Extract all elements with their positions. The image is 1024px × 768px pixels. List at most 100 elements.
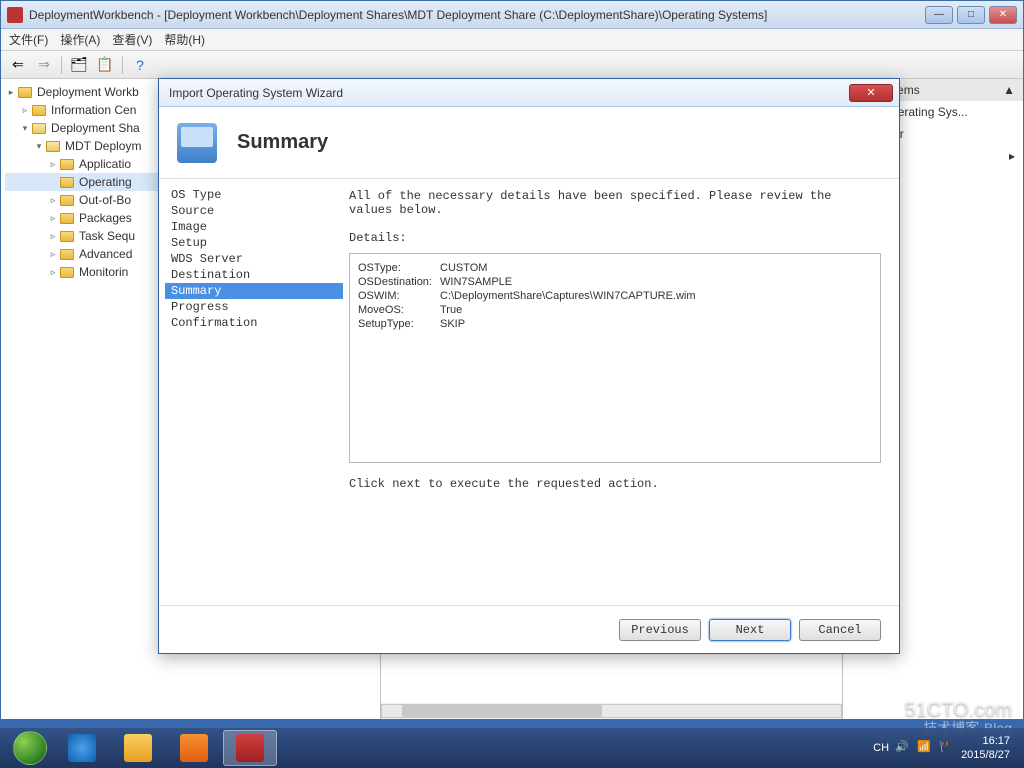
window-title: DeploymentWorkbench - [Deployment Workbe…: [29, 8, 925, 22]
menu-action[interactable]: 操作(A): [60, 31, 100, 48]
collapse-icon[interactable]: ▾: [33, 141, 45, 152]
detail-moveos: MoveOS:True: [358, 304, 872, 316]
tree-label: Operating: [79, 175, 132, 189]
menubar: 文件(F) 操作(A) 查看(V) 帮助(H): [1, 29, 1023, 51]
minimize-button[interactable]: —: [925, 6, 953, 24]
tree-label: Applicatio: [79, 157, 131, 171]
wizard-close-button[interactable]: ✕: [849, 84, 893, 102]
time: 16:17: [961, 734, 1010, 748]
explorer-icon: [124, 734, 152, 762]
ime-indicator[interactable]: CH: [873, 742, 889, 754]
separator: [122, 56, 123, 74]
menu-file[interactable]: 文件(F): [9, 31, 48, 48]
step-ostype[interactable]: OS Type: [165, 187, 343, 203]
scroll-thumb[interactable]: [402, 705, 602, 717]
details-label: Details:: [349, 231, 881, 245]
task-media[interactable]: [167, 730, 221, 766]
computer-icon: [177, 123, 217, 163]
folder-icon: [60, 231, 74, 242]
detail-setuptype: SetupType:SKIP: [358, 318, 872, 330]
folder-icon: [60, 159, 74, 170]
step-source[interactable]: Source: [165, 203, 343, 219]
deployment-icon: [236, 734, 264, 762]
folder-icon: [18, 87, 32, 98]
menu-help[interactable]: 帮助(H): [164, 31, 205, 48]
taskbar: CH 🔊 📶 🏴 16:17 2015/8/27: [0, 728, 1024, 768]
previous-button[interactable]: Previous: [619, 619, 701, 641]
tree-label: Out-of-Bo: [79, 193, 131, 207]
tree-label: MDT Deploym: [65, 139, 141, 153]
folder-icon: [60, 177, 74, 188]
tree-label: Monitorin: [79, 265, 128, 279]
step-dest[interactable]: Destination: [165, 267, 343, 283]
next-button[interactable]: Next: [709, 619, 791, 641]
collapse-icon[interactable]: ▸: [5, 87, 17, 98]
chevron-right-icon: ▸: [1009, 149, 1015, 166]
wizard-titlebar: Import Operating System Wizard ✕: [159, 79, 899, 107]
media-icon: [180, 734, 208, 762]
tree-label: Task Sequ: [79, 229, 135, 243]
import-os-wizard: Import Operating System Wizard ✕ Summary…: [158, 78, 900, 654]
step-wds[interactable]: WDS Server: [165, 251, 343, 267]
tree-label: Advanced: [79, 247, 132, 261]
step-confirm[interactable]: Confirmation: [165, 315, 343, 331]
menu-view[interactable]: 查看(V): [112, 31, 152, 48]
titlebar: DeploymentWorkbench - [Deployment Workbe…: [1, 1, 1023, 29]
folder-icon: [60, 267, 74, 278]
tree-label: Deployment Workb: [37, 85, 139, 99]
help-button[interactable]: ?: [129, 54, 151, 76]
collapse-icon[interactable]: ▾: [19, 123, 31, 134]
expand-icon[interactable]: ▹: [47, 195, 59, 206]
wizard-nav: OS Type Source Image Setup WDS Server De…: [159, 179, 349, 605]
tree-label: Deployment Sha: [51, 121, 140, 135]
folder-icon: [32, 105, 46, 116]
system-tray: CH 🔊 📶 🏴 16:17 2015/8/27: [873, 734, 1018, 762]
collapse-icon[interactable]: ▲: [1003, 83, 1015, 97]
expand-icon[interactable]: ▹: [47, 213, 59, 224]
task-deployment[interactable]: [223, 730, 277, 766]
up-button[interactable]: 🗂: [68, 54, 90, 76]
details-box: OSType:CUSTOM OSDestination:WIN7SAMPLE O…: [349, 253, 881, 463]
expand-icon[interactable]: ▹: [47, 231, 59, 242]
separator: [61, 56, 62, 74]
folder-icon: [60, 213, 74, 224]
wizard-heading: Summary: [237, 131, 328, 154]
ie-icon: [68, 734, 96, 762]
wizard-body: OS Type Source Image Setup WDS Server De…: [159, 179, 899, 605]
network-icon[interactable]: 📶: [917, 740, 933, 756]
task-explorer[interactable]: [111, 730, 165, 766]
refresh-button[interactable]: 📋: [94, 54, 116, 76]
expand-icon[interactable]: ▹: [47, 159, 59, 170]
maximize-button[interactable]: □: [957, 6, 985, 24]
step-setup[interactable]: Setup: [165, 235, 343, 251]
task-ie[interactable]: [55, 730, 109, 766]
folder-open-icon: [46, 141, 60, 152]
step-summary[interactable]: Summary: [165, 283, 343, 299]
cancel-button[interactable]: Cancel: [799, 619, 881, 641]
forward-button[interactable]: ⇒: [33, 54, 55, 76]
wizard-buttons: Previous Next Cancel: [159, 605, 899, 653]
start-button[interactable]: [6, 730, 54, 766]
step-image[interactable]: Image: [165, 219, 343, 235]
close-button[interactable]: ✕: [989, 6, 1017, 24]
expand-icon[interactable]: ▹: [19, 105, 31, 116]
detail-ostype: OSType:CUSTOM: [358, 262, 872, 274]
horizontal-scrollbar[interactable]: [381, 703, 842, 719]
folder-icon: [60, 249, 74, 260]
app-icon: [7, 7, 23, 23]
clock[interactable]: 16:17 2015/8/27: [961, 734, 1010, 762]
folder-icon: [60, 195, 74, 206]
wizard-banner: Summary: [159, 107, 899, 179]
detail-osdest: OSDestination:WIN7SAMPLE: [358, 276, 872, 288]
wizard-footer-text: Click next to execute the requested acti…: [349, 477, 881, 491]
back-button[interactable]: ⇐: [7, 54, 29, 76]
date: 2015/8/27: [961, 748, 1010, 762]
flag-icon[interactable]: 🏴: [939, 740, 955, 756]
tree-label: Packages: [79, 211, 132, 225]
wizard-main: All of the necessary details have been s…: [349, 179, 899, 605]
wizard-title: Import Operating System Wizard: [165, 86, 849, 100]
step-progress[interactable]: Progress: [165, 299, 343, 315]
tray-icon[interactable]: 🔊: [895, 740, 911, 756]
expand-icon[interactable]: ▹: [47, 249, 59, 260]
expand-icon[interactable]: ▹: [47, 267, 59, 278]
